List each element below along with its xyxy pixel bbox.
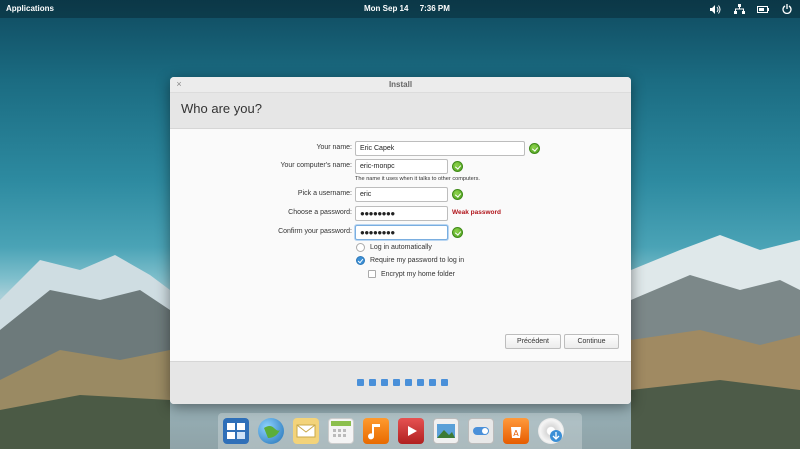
confirm-password-field[interactable]: ●●●●●●●● — [355, 225, 448, 240]
progress-step — [405, 379, 412, 386]
photos-icon[interactable] — [433, 418, 459, 444]
window-titlebar[interactable]: × Install — [170, 77, 631, 93]
back-button[interactable]: Précédent — [505, 334, 561, 349]
progress-step — [393, 379, 400, 386]
progress-step — [441, 379, 448, 386]
installer-window: × Install Who are you? Your name: Eric C… — [170, 77, 631, 404]
name-valid-icon — [529, 143, 540, 154]
network-icon[interactable] — [732, 2, 746, 16]
clock[interactable]: Mon Sep 14 7:36 PM — [364, 4, 459, 13]
option-encrypt-home-label: Encrypt my home folder — [381, 270, 455, 278]
progress-step — [369, 379, 376, 386]
username-valid-icon — [452, 189, 463, 200]
password-strength-label: Weak password — [452, 209, 502, 216]
progress-step — [357, 379, 364, 386]
switchboard-icon[interactable] — [468, 418, 494, 444]
volume-icon[interactable] — [708, 2, 722, 16]
option-require-password-label: Require my password to log in — [370, 257, 465, 264]
appcenter-icon[interactable]: A — [503, 418, 529, 444]
battery-icon[interactable] — [756, 2, 770, 16]
dock: A — [218, 413, 582, 449]
applications-menu[interactable]: Applications — [6, 4, 54, 13]
username-field[interactable]: eric — [355, 187, 448, 202]
window-title: Install — [388, 80, 413, 89]
radio-checked-icon[interactable] — [356, 256, 365, 265]
progress-step — [417, 379, 424, 386]
page-title: Who are you? — [181, 101, 262, 116]
progress-area — [170, 361, 631, 404]
indicator-area — [708, 2, 794, 16]
option-require-password[interactable]: Require my password to log in — [356, 256, 464, 265]
clock-date: Mon Sep 14 — [364, 4, 409, 13]
videos-icon[interactable] — [398, 418, 424, 444]
mail-icon[interactable] — [293, 418, 319, 444]
computer-name-label: Your computer's name: — [280, 162, 352, 169]
progress-step — [381, 379, 388, 386]
continue-button[interactable]: Continue — [564, 334, 619, 349]
progress-step — [429, 379, 436, 386]
computer-name-field[interactable]: eric-monpc — [355, 159, 448, 174]
svg-text:A: A — [513, 429, 519, 438]
page-header: Who are you? — [170, 93, 631, 129]
your-name-field[interactable]: Eric Capek — [355, 141, 525, 156]
option-encrypt-home[interactable]: Encrypt my home folder — [368, 270, 455, 278]
calendar-icon[interactable] — [328, 418, 354, 444]
music-icon[interactable] — [363, 418, 389, 444]
multitasking-view-icon[interactable] — [223, 418, 249, 444]
step-indicator — [357, 379, 448, 386]
web-browser-icon[interactable] — [258, 418, 284, 444]
computer-name-valid-icon — [452, 161, 463, 172]
installer-icon[interactable] — [538, 418, 564, 444]
power-icon[interactable] — [780, 2, 794, 16]
username-label: Pick a username: — [297, 190, 352, 197]
confirm-valid-icon — [452, 227, 463, 238]
checkbox-icon[interactable] — [368, 270, 376, 278]
option-auto-login-label: Log in automatically — [370, 244, 432, 251]
top-panel: Applications Mon Sep 14 7:36 PM — [0, 0, 800, 18]
radio-icon[interactable] — [356, 243, 365, 252]
password-field[interactable]: ●●●●●●●● — [355, 206, 448, 221]
your-name-label: Your name: — [316, 144, 352, 151]
confirm-password-label: Confirm your password: — [278, 228, 352, 235]
password-label: Choose a password: — [288, 209, 352, 216]
option-auto-login[interactable]: Log in automatically — [356, 243, 432, 252]
computer-name-hint: The name it uses when it talks to other … — [355, 176, 480, 182]
clock-time: 7:36 PM — [419, 4, 450, 13]
